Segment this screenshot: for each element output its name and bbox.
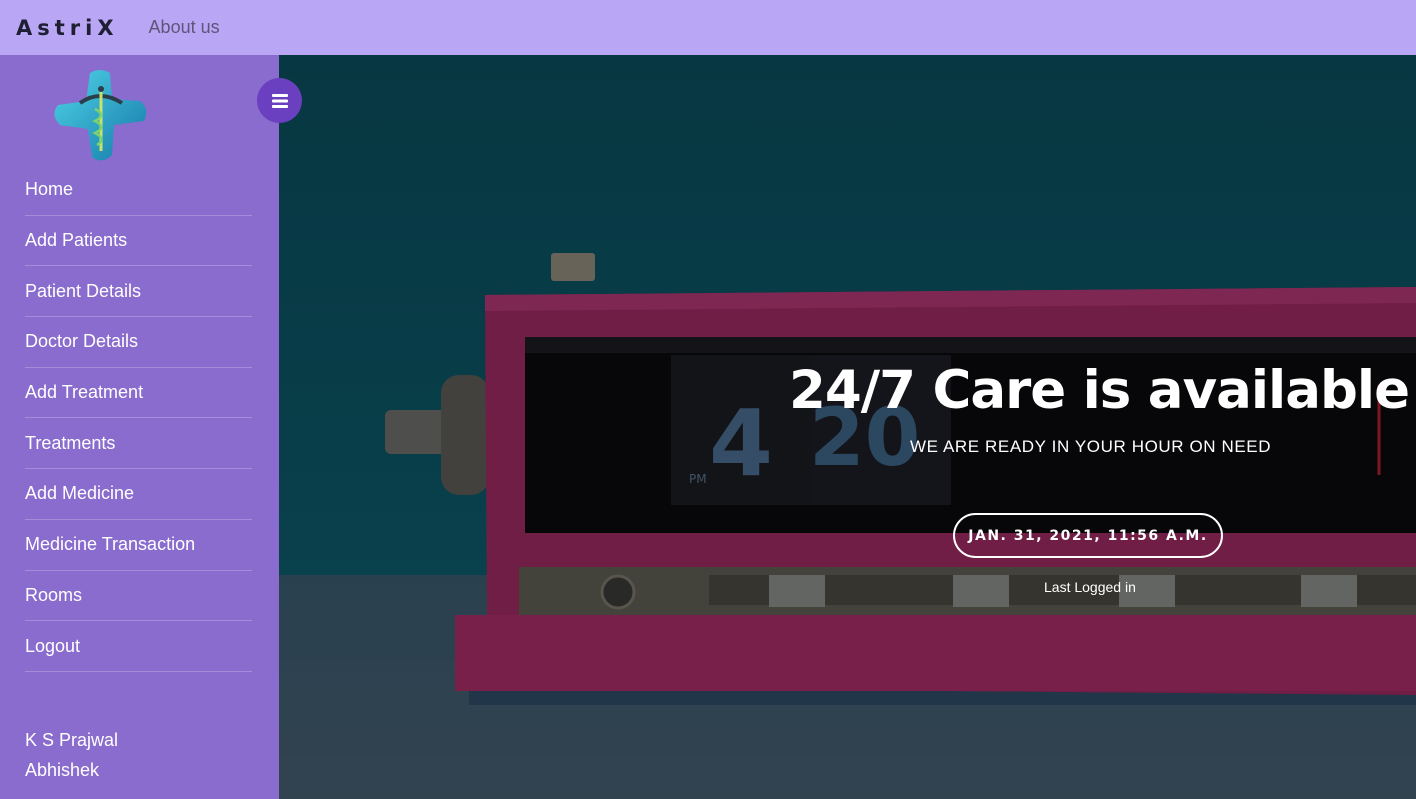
sidebar-item-add-patients[interactable]: Add Patients xyxy=(25,216,252,267)
sidebar: Home Add Patients Patient Details Doctor… xyxy=(0,55,302,799)
sidebar-toggle-button[interactable] xyxy=(257,78,302,123)
user-name: Abhishek xyxy=(25,760,100,780)
sidebar-item-add-treatment[interactable]: Add Treatment xyxy=(25,368,252,419)
about-us-link[interactable]: About us xyxy=(149,17,220,38)
sidebar-nav: Home Add Patients Patient Details Doctor… xyxy=(25,165,252,672)
user-credits: K S Prajwal Abhishek xyxy=(25,725,118,785)
sidebar-item-treatments[interactable]: Treatments xyxy=(25,418,252,470)
sidebar-item-patient-details[interactable]: Patient Details xyxy=(25,266,252,318)
user-name: K S Prajwal xyxy=(25,730,119,750)
sidebar-item-home[interactable]: Home xyxy=(25,165,252,216)
hamburger-menu-icon xyxy=(271,93,288,108)
last-logged-in-label: Last Logged in xyxy=(1044,579,1136,595)
alarm-clock-background-image: 4 20 PM xyxy=(279,55,1416,799)
medical-logo-icon xyxy=(54,70,147,161)
sidebar-item-rooms[interactable]: Rooms xyxy=(25,571,252,622)
hero-subheadline: WE ARE READY IN YOUR HOUR ON NEED xyxy=(910,437,1272,456)
top-navbar: AstriX About us xyxy=(0,0,1416,55)
sidebar-item-doctor-details[interactable]: Doctor Details xyxy=(25,317,252,368)
hero-headline: 24/7 Care is available xyxy=(789,360,1410,421)
sidebar-item-logout[interactable]: Logout xyxy=(25,621,252,672)
hero-banner: 4 20 PM xyxy=(279,55,1416,799)
sidebar-item-medicine-transaction[interactable]: Medicine Transaction xyxy=(25,520,252,571)
last-login-datetime-badge[interactable]: JAN. 31, 2021, 11:56 A.M. xyxy=(953,513,1223,558)
brand-logo-text[interactable]: AstriX xyxy=(16,16,119,40)
sidebar-item-add-medicine[interactable]: Add Medicine xyxy=(25,469,252,520)
